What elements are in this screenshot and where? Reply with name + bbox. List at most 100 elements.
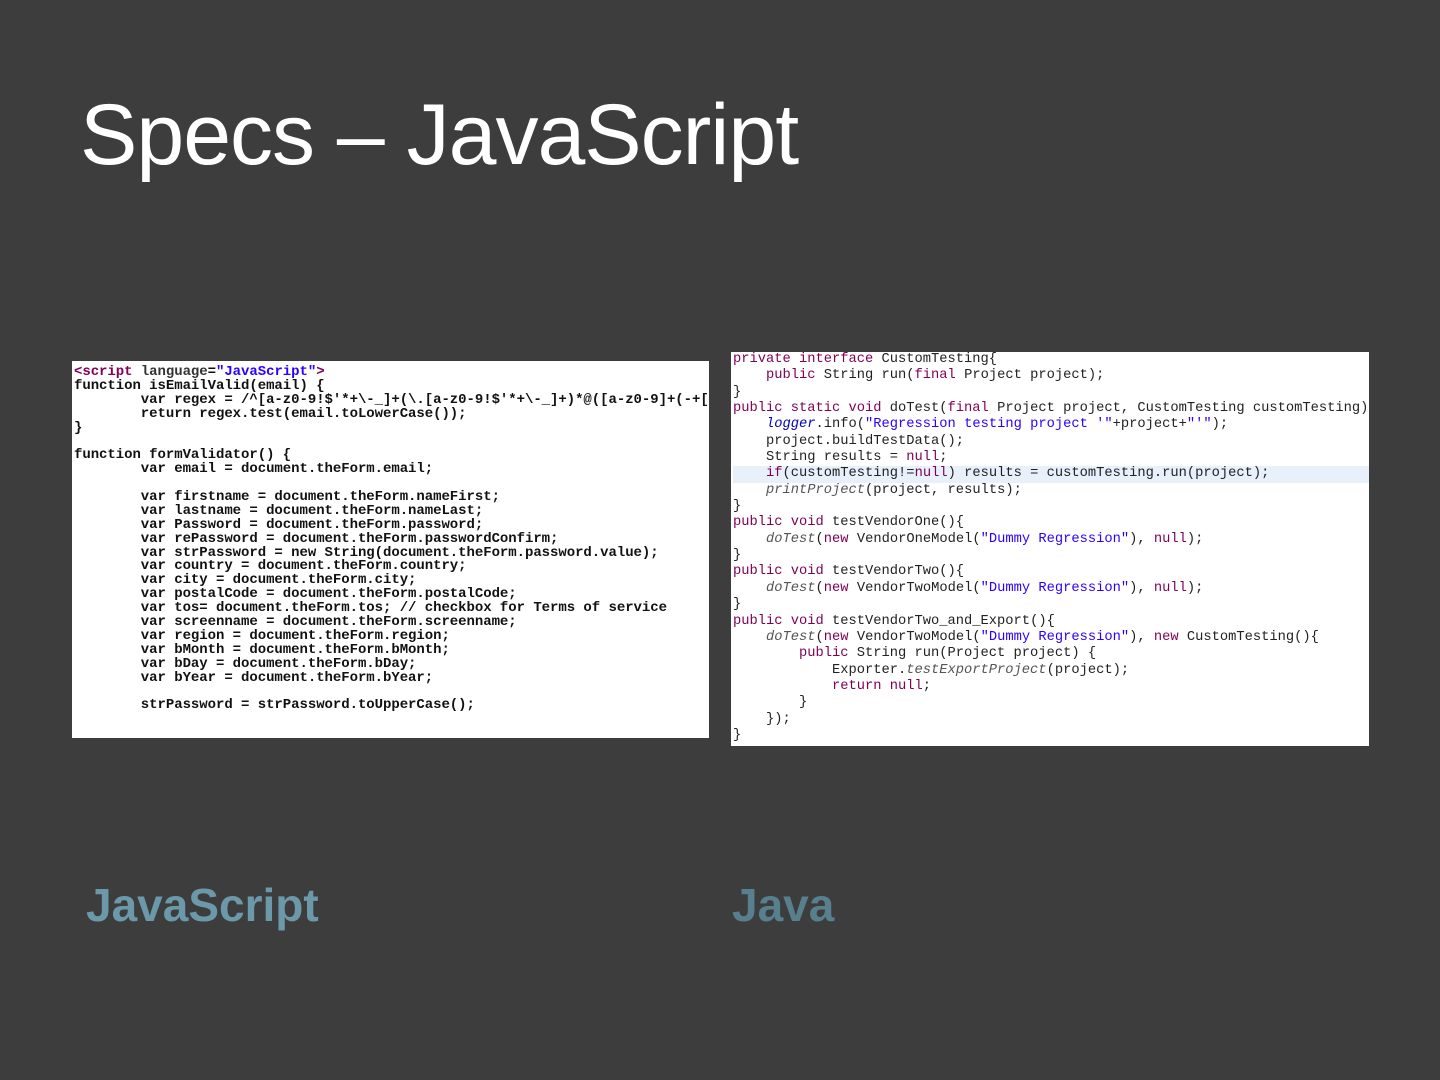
- code-token: VendorOneModel(: [856, 531, 981, 547]
- code-line: var email = document.theForm.email;: [74, 461, 709, 478]
- caption-java: Java: [732, 879, 835, 931]
- code-line: });: [733, 712, 1369, 728]
- code-token: new: [823, 629, 857, 645]
- code-token: }: [733, 384, 742, 400]
- code-token: String results =: [733, 450, 907, 466]
- code-token: doTest: [766, 531, 816, 547]
- code-line: strPassword = strPassword.toUpperCase();: [74, 697, 709, 714]
- code-token: testVendorOne(){: [832, 515, 965, 531]
- code-token: "Dummy Regression": [980, 580, 1130, 596]
- code-line: doTest(new VendorTwoModel("Dummy Regress…: [733, 630, 1369, 646]
- code-token: "Dummy Regression": [980, 531, 1130, 547]
- code-token: doTest: [766, 580, 816, 596]
- code-token: public: [799, 646, 857, 662]
- code-token: CustomTesting{: [881, 352, 998, 367]
- code-token: ;: [922, 678, 932, 694]
- code-token: });: [733, 711, 791, 727]
- code-token: Exporter.: [733, 662, 907, 678]
- code-line: public void testVendorOne(){: [733, 515, 1369, 531]
- code-token: ),: [1129, 580, 1154, 596]
- code-token: (project, results);: [865, 482, 1022, 498]
- code-line: private interface CustomTesting{: [733, 352, 1369, 368]
- code-token: new: [823, 580, 857, 596]
- code-token: testVendorTwo(){: [832, 564, 965, 580]
- code-token: var bYear = document.theForm.bYear;: [74, 669, 434, 686]
- code-line: Exporter.testExportProject(project);: [733, 663, 1369, 679]
- code-token: VendorTwoModel(: [856, 629, 981, 645]
- code-token: new: [823, 531, 857, 547]
- code-token: }: [733, 597, 742, 613]
- code-token: }: [733, 499, 742, 515]
- code-token: strPassword = strPassword.toUpperCase();: [74, 697, 475, 714]
- code-token: null: [1153, 580, 1187, 596]
- code-line: project.buildTestData();: [733, 434, 1369, 450]
- code-line: public String run(Project project) {: [733, 646, 1369, 662]
- code-line: return null;: [733, 679, 1369, 695]
- code-token: project.buildTestData();: [733, 433, 965, 449]
- code-token: "Regression testing project '": [865, 417, 1113, 433]
- code-line: }: [733, 597, 1369, 613]
- code-token: public static void: [733, 401, 890, 417]
- code-token: }: [733, 548, 742, 564]
- code-token: ) results = customTesting.run(project);: [947, 466, 1270, 482]
- code-line: public void testVendorTwo_and_Export(){: [733, 614, 1369, 630]
- code-token: }: [733, 695, 808, 711]
- code-token: null: [906, 450, 940, 466]
- code-token: ),: [1129, 629, 1154, 645]
- javascript-code-screenshot: <script language="JavaScript"> function i…: [72, 361, 709, 738]
- code-token: null: [914, 466, 948, 482]
- code-line: printProject(project, results);: [733, 483, 1369, 499]
- caption-javascript: JavaScript: [86, 879, 319, 931]
- javascript-code-block: <script language="JavaScript"> function i…: [72, 361, 709, 713]
- code-line: public void testVendorTwo(){: [733, 564, 1369, 580]
- code-token: ;: [939, 450, 948, 466]
- code-token: (: [815, 580, 824, 596]
- code-token: final: [947, 401, 998, 417]
- code-token: testExportProject: [906, 662, 1047, 678]
- code-token: (project);: [1046, 662, 1130, 678]
- code-token: printProject: [766, 482, 866, 498]
- code-token: (: [815, 531, 824, 547]
- code-line: }: [733, 499, 1369, 515]
- code-token: new: [1153, 629, 1187, 645]
- code-line: if(customTesting!=null) results = custom…: [733, 466, 1369, 483]
- code-token: "'": [1186, 417, 1212, 433]
- code-line: public static void doTest(final Project …: [733, 401, 1369, 417]
- code-token: }: [733, 727, 742, 743]
- java-code-block: private interface CustomTesting{ public …: [731, 352, 1369, 744]
- code-token: .info(: [815, 417, 866, 433]
- code-line: var bYear = document.theForm.bYear;: [74, 669, 709, 686]
- code-token: doTest(: [889, 401, 948, 417]
- code-token: ),: [1129, 531, 1154, 547]
- code-token: public: [766, 368, 824, 384]
- code-token: );: [1186, 580, 1204, 596]
- code-token: CustomTesting(){: [1186, 629, 1319, 645]
- code-token: if: [766, 466, 783, 482]
- code-line: doTest(new VendorTwoModel("Dummy Regress…: [733, 581, 1369, 597]
- code-token: private interface: [733, 352, 882, 367]
- code-token: Project project);: [964, 368, 1105, 384]
- code-line: String results = null;: [733, 450, 1369, 466]
- code-token: public void: [733, 515, 833, 531]
- code-token: return regex.test(email.toLowerCase());: [74, 405, 467, 422]
- code-line: logger.info("Regression testing project …: [733, 417, 1369, 433]
- code-line: }: [74, 421, 709, 436]
- slide-title: Specs – JavaScript: [80, 87, 799, 183]
- code-token: var email = document.theForm.email;: [74, 461, 434, 478]
- code-token: testVendorTwo_and_Export(){: [832, 613, 1055, 629]
- code-token: return null: [832, 678, 923, 694]
- code-line: return regex.test(email.toLowerCase());: [74, 405, 709, 422]
- code-token: public void: [733, 564, 833, 580]
- code-token: public void: [733, 613, 833, 629]
- code-token: (: [815, 629, 824, 645]
- code-token: "Dummy Regression": [980, 629, 1130, 645]
